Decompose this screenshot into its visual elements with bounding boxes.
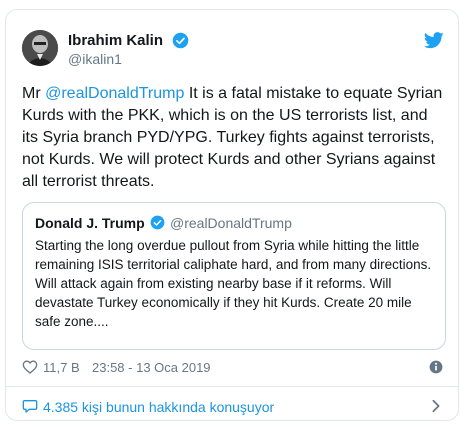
quoted-author-name: Donald J. Trump xyxy=(35,215,145,231)
quoted-author-handle: @realDonaldTrump xyxy=(170,215,292,231)
author-name[interactable]: Ibrahim Kalin xyxy=(68,32,163,49)
heart-icon[interactable] xyxy=(22,359,38,375)
verified-badge-icon xyxy=(172,32,189,49)
twitter-bird-icon[interactable] xyxy=(424,32,444,49)
tweet-text: Mr @realDonaldTrump It is a fatal mistak… xyxy=(22,83,447,193)
tweet-timestamp[interactable]: 23:58 - 13 Oca 2019 xyxy=(92,360,211,375)
quoted-tweet[interactable]: Donald J. Trump @realDonaldTrump Startin… xyxy=(22,202,446,350)
tweet-card: Ibrahim Kalin @ikalin1 Mr @realDonaldTru… xyxy=(5,9,459,421)
quoted-tweet-text: Starting the long overdue pullout from S… xyxy=(35,238,432,329)
chevron-right-icon[interactable] xyxy=(430,399,442,413)
verified-badge-icon xyxy=(150,215,165,230)
tweet-prefix: Mr xyxy=(22,85,46,102)
conversation-link[interactable]: 4.385 kişi bunun hakkında konuşuyor xyxy=(43,399,274,415)
like-count[interactable]: 11,7 B xyxy=(43,360,80,375)
divider xyxy=(6,386,458,387)
info-icon[interactable] xyxy=(429,360,443,374)
avatar[interactable] xyxy=(22,30,58,66)
mention-link[interactable]: @realDonaldTrump xyxy=(45,85,184,102)
reply-bubble-icon[interactable] xyxy=(22,398,38,414)
author-handle[interactable]: @ikalin1 xyxy=(68,51,122,67)
